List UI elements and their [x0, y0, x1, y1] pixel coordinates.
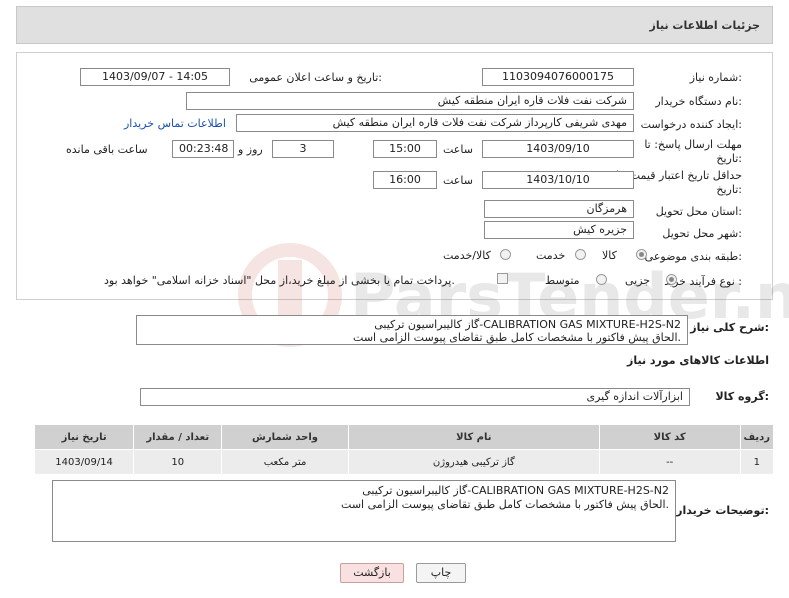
print-button[interactable]: چاپ	[416, 563, 466, 583]
process-radio-medium[interactable]	[596, 274, 607, 285]
category-label: طبقه بندی موضوعی:	[644, 250, 742, 263]
description-line1: گاز کالیبراسیون ترکیبی-CALIBRATION GAS M…	[374, 318, 681, 331]
category-option-goods: کالا	[602, 249, 617, 262]
table-header-row: تاریخ نیاز تعداد / مقدار واحد شمارش نام …	[33, 424, 775, 450]
back-button[interactable]: بازگشت	[340, 563, 404, 583]
table-row: 1403/09/14 10 متر مکعب گاز ترکیبی هیدروژ…	[33, 449, 775, 475]
col-unit: واحد شمارش	[221, 424, 349, 450]
col-item-name: نام کالا	[347, 424, 600, 450]
process-radio-minor[interactable]	[666, 274, 677, 285]
deadline-label-line2: تاریخ:	[716, 152, 742, 165]
validity-hour-label: ساعت	[443, 174, 473, 187]
validity-date-field: 1403/10/10	[482, 171, 634, 189]
description-line2: الحاق پیش فاکتور با مشخصات کامل طبق تقاض…	[353, 331, 681, 344]
validity-time-field: 16:00	[373, 171, 437, 189]
description-label: شرح کلی نیاز:	[690, 321, 769, 334]
deadline-date-field: 1403/09/10	[482, 140, 634, 158]
goods-group-label: گروه کالا:	[715, 390, 769, 403]
category-option-goods-service: کالا/خدمت	[443, 249, 491, 262]
city-field: جزیره کیش	[484, 221, 634, 239]
buyer-org-field: شرکت نفت فلات قاره ایران منطقه کیش	[186, 92, 634, 110]
buyer-notes-line2: الحاق پیش فاکتور با مشخصات کامل طبق تقاض…	[341, 498, 669, 511]
cell-item-name: گاز ترکیبی هیدروژن	[347, 449, 600, 475]
days-remaining-field: 3	[272, 140, 334, 158]
buyer-notes-textbox: گاز کالیبراسیون ترکیبی-CALIBRATION GAS M…	[52, 480, 676, 542]
goods-group-field: ابزارآلات اندازه گیری	[140, 388, 690, 406]
days-label: روز و	[238, 143, 263, 156]
creator-field: مهدی شریفی کارپرداز شرکت نفت فلات قاره ا…	[236, 114, 634, 132]
category-radio-goods[interactable]	[636, 249, 647, 260]
category-option-service: خدمت	[536, 249, 566, 262]
cell-need-date: 1403/09/14	[33, 449, 135, 475]
page-header: جزئیات اطلاعات نیاز	[16, 6, 773, 44]
province-field: هرمزگان	[484, 200, 634, 218]
cell-row-number: 1	[739, 449, 775, 475]
col-item-code: کد کالا	[598, 424, 741, 450]
buyer-org-label: نام دستگاه خریدار:	[655, 95, 742, 108]
col-row-number: ردیف	[739, 424, 775, 450]
remaining-time-field: 00:23:48	[172, 140, 234, 158]
goods-info-title: اطلاعات کالاهای مورد نیاز	[627, 354, 769, 367]
need-number-label: شماره نیاز:	[689, 71, 742, 84]
description-textbox: گاز کالیبراسیون ترکیبی-CALIBRATION GAS M…	[136, 315, 688, 345]
creator-label: ایجاد کننده درخواست:	[640, 118, 742, 131]
treasury-payment-checkbox[interactable]	[497, 273, 508, 284]
announce-datetime-field: 1403/09/07 - 14:05	[80, 68, 230, 86]
buyer-contact-link[interactable]: اطلاعات تماس خریدار	[124, 117, 226, 130]
page-title: جزئیات اطلاعات نیاز	[649, 19, 761, 32]
validity-label-line2: تاریخ:	[716, 183, 742, 196]
buyer-notes-label: توضیحات خریدار:	[676, 504, 769, 517]
need-number-field: 1103094076000175	[482, 68, 634, 86]
deadline-hour-label: ساعت	[443, 143, 473, 156]
deadline-label-line1: مهلت ارسال پاسخ: تا	[644, 138, 742, 151]
items-table: تاریخ نیاز تعداد / مقدار واحد شمارش نام …	[33, 424, 775, 475]
validity-label-line1: حداقل تاریخ اعتبار قیمت: تا	[616, 169, 742, 182]
buyer-notes-line1: گاز کالیبراسیون ترکیبی-CALIBRATION GAS M…	[362, 484, 669, 497]
category-radio-goods-service[interactable]	[500, 249, 511, 260]
process-option-minor: جزیی	[625, 274, 651, 287]
category-radio-service[interactable]	[575, 249, 586, 260]
city-label: شهر محل تحویل:	[662, 227, 742, 240]
deadline-time-field: 15:00	[373, 140, 437, 158]
col-need-date: تاریخ نیاز	[33, 424, 135, 450]
remaining-time-label: ساعت باقی مانده	[66, 143, 148, 156]
cell-quantity: 10	[133, 449, 223, 475]
province-label: استان محل تحویل:	[655, 205, 742, 218]
cell-item-code: --	[598, 449, 741, 475]
process-option-medium: متوسط	[545, 274, 580, 287]
announce-label: تاریخ و ساعت اعلان عمومی:	[249, 71, 382, 84]
treasury-payment-note: پرداخت تمام یا بخشی از مبلغ خرید،از محل …	[104, 274, 455, 287]
cell-unit: متر مکعب	[221, 449, 349, 475]
col-quantity: تعداد / مقدار	[133, 424, 223, 450]
